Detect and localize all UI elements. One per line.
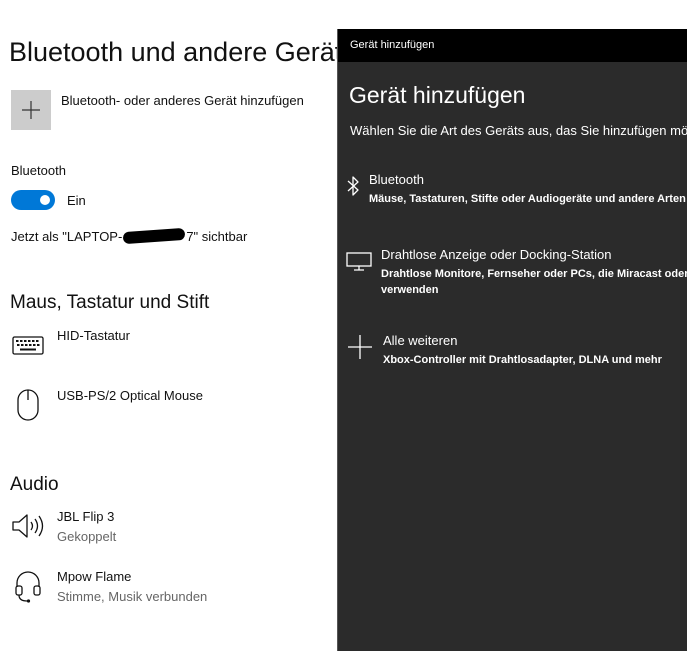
option-everything-else[interactable]: Alle weiteren Xbox-Controller mit Drahtl… — [346, 333, 687, 368]
bluetooth-toggle[interactable] — [11, 190, 55, 210]
dialog-heading: Gerät hinzufügen — [349, 82, 526, 108]
speaker-icon — [11, 509, 45, 543]
device-name: JBL Flip 3 — [57, 509, 115, 524]
add-device-button[interactable]: Bluetooth- oder anderes Gerät hinzufügen — [11, 90, 304, 130]
add-device-label: Bluetooth- oder anderes Gerät hinzufügen — [61, 93, 304, 108]
plus-icon — [22, 101, 40, 119]
add-device-tile[interactable] — [11, 90, 51, 130]
device-text: JBL Flip 3 Gekoppelt — [57, 509, 116, 544]
device-text: USB-PS/2 Optical Mouse — [57, 388, 203, 403]
option-description: Mäuse, Tastaturen, Stifte oder Audiogerä… — [369, 193, 687, 205]
option-text: Bluetooth Mäuse, Tastaturen, Stifte oder… — [369, 172, 687, 207]
add-device-dialog: Gerät hinzufügen Gerät hinzufügen Wählen… — [337, 29, 687, 651]
device-name: USB-PS/2 Optical Mouse — [57, 388, 203, 403]
device-text: Mpow Flame Stimme, Musik verbunden — [57, 569, 207, 604]
device-status: Gekoppelt — [57, 529, 117, 544]
device-item[interactable]: JBL Flip 3 Gekoppelt — [11, 509, 116, 544]
section-title-audio: Audio — [10, 474, 59, 495]
option-description-line2: verwenden — [381, 284, 439, 296]
monitor-icon — [346, 247, 372, 275]
headset-icon — [11, 569, 45, 603]
keyboard-icon — [11, 328, 45, 362]
device-item[interactable]: USB-PS/2 Optical Mouse — [11, 388, 203, 422]
visibility-prefix: Jetzt als "LAPTOP- — [11, 229, 123, 244]
option-name: Drahtlose Anzeige oder Docking-Station — [381, 247, 612, 262]
mouse-icon — [11, 388, 45, 422]
bluetooth-label: Bluetooth — [11, 163, 66, 178]
visibility-status: Jetzt als "LAPTOP- 7" sichtbar — [11, 227, 248, 245]
section-title-input: Maus, Tastatur und Stift — [10, 292, 210, 313]
plus-icon — [346, 333, 374, 361]
option-bluetooth[interactable]: Bluetooth Mäuse, Tastaturen, Stifte oder… — [346, 172, 687, 207]
bluetooth-toggle-row: Ein — [11, 190, 86, 210]
option-name: Bluetooth — [369, 172, 424, 187]
bluetooth-icon — [346, 172, 360, 200]
option-text: Alle weiteren Xbox-Controller mit Drahtl… — [383, 333, 662, 368]
device-item[interactable]: Mpow Flame Stimme, Musik verbunden — [11, 569, 207, 604]
device-text: HID-Tastatur — [57, 328, 130, 343]
device-item[interactable]: HID-Tastatur — [11, 328, 130, 362]
option-name: Alle weiteren — [383, 333, 458, 348]
device-status: Stimme, Musik verbunden — [57, 589, 208, 604]
option-description-line1: Drahtlose Monitore, Fernseher oder PCs, … — [381, 268, 687, 280]
device-name: Mpow Flame — [57, 569, 132, 584]
device-name: HID-Tastatur — [57, 328, 130, 343]
option-wireless-display[interactable]: Drahtlose Anzeige oder Docking-Station D… — [346, 247, 687, 298]
redaction-scribble — [122, 227, 186, 245]
dialog-subtitle: Wählen Sie die Art des Geräts aus, das S… — [350, 123, 687, 138]
option-description: Drahtlose Monitore, Fernseher oder PCs, … — [381, 266, 687, 298]
option-description: Xbox-Controller mit Drahtlosadapter, DLN… — [383, 354, 662, 366]
option-text: Drahtlose Anzeige oder Docking-Station D… — [381, 247, 687, 298]
toggle-state-text: Ein — [67, 192, 86, 208]
visibility-suffix: 7" sichtbar — [186, 229, 248, 244]
page-title: Bluetooth und andere Geräte — [9, 37, 358, 67]
toggle-knob — [40, 195, 50, 205]
dialog-titlebar[interactable]: Gerät hinzufügen — [338, 29, 687, 62]
